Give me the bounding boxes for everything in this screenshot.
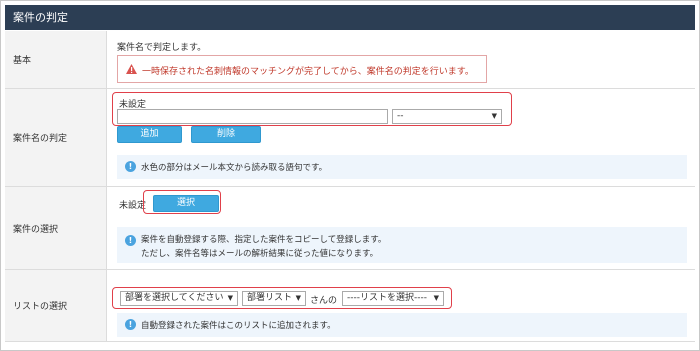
info-box: ! 自動登録された案件はこのリストに追加されます。 [117, 313, 687, 337]
add-button[interactable]: 追加 [117, 126, 182, 143]
alert-message: 一時保存された名刺情報のマッチングが完了してから、案件名の判定を行います。 [142, 67, 474, 77]
info-message-line1: 案件を自動登録する際、指定した案件をコピーして登録します。 [141, 235, 387, 245]
info-icon: ! [125, 319, 136, 330]
label-text: 案件の選択 [13, 224, 59, 235]
row-basic: 基本 案件名で判定します。 一時保存された名刺情報のマッチングが完了してから、案… [5, 31, 695, 89]
info-box: ! 水色の部分はメール本文から読み取る語句です。 [117, 155, 687, 179]
info-box: ! 案件を自動登録する際、指定した案件をコピーして登録します。 ただし、案件名等… [117, 227, 687, 263]
section-title: 案件の判定 [13, 11, 68, 24]
label-text: リストの選択 [13, 302, 68, 312]
highlight-judge [112, 92, 512, 126]
info-message: 自動登録された案件はこのリストに追加されます。 [141, 321, 336, 331]
row-label-basic: 基本 [5, 31, 107, 88]
row-content-basic: 案件名で判定します。 一時保存された名刺情報のマッチングが完了してから、案件名の… [117, 31, 695, 88]
row-select-case: 案件の選択 未設定 選択 ! 案件を自動登録する際、指定した案件をコピーして登録… [5, 187, 695, 270]
info-message: 水色の部分はメール本文から読み取る語句です。 [141, 163, 328, 173]
row-label-select-case: 案件の選択 [5, 187, 107, 269]
row-label-list-select: リストの選択 [5, 270, 107, 341]
delete-button[interactable]: 削除 [191, 126, 261, 143]
label-text: 基本 [13, 56, 32, 66]
warning-icon [126, 64, 137, 77]
highlight-select-case [143, 190, 221, 214]
highlight-list-select [112, 287, 452, 309]
label-text: 案件名の判定 [13, 134, 68, 144]
select-case-status: 未設定 [119, 201, 147, 211]
info-icon: ! [125, 161, 136, 172]
info-icon: ! [125, 235, 136, 246]
alert-box: 一時保存された名刺情報のマッチングが完了してから、案件名の判定を行います。 [117, 55, 487, 83]
row-label-judge: 案件名の判定 [5, 89, 107, 186]
info-message-line2: ただし、案件名等はメールの解析結果に従った値になります。 [141, 249, 379, 259]
basic-description: 案件名で判定します。 [117, 43, 207, 53]
section-header: 案件の判定 [5, 5, 695, 30]
